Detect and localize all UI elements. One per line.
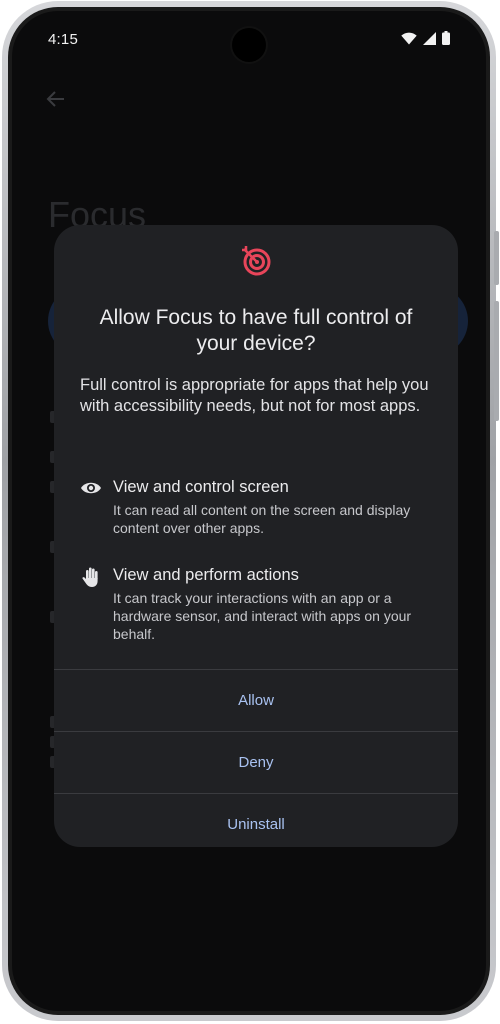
- permission-view-perform-actions: View and perform actions It can track yo…: [80, 566, 438, 646]
- phone-frame: 4:15 Focus Allow Focus to have full cont…: [2, 1, 499, 1021]
- permission-description: It can track your interactions with an a…: [113, 590, 412, 642]
- dialog-title: Allow Focus to have full control of your…: [99, 306, 413, 355]
- allow-button[interactable]: Allow: [54, 670, 458, 731]
- power-button: [494, 301, 499, 421]
- uninstall-button[interactable]: Uninstall: [54, 794, 458, 855]
- eye-icon: [81, 482, 101, 494]
- phone-bezel: 4:15 Focus Allow Focus to have full cont…: [8, 7, 490, 1015]
- permission-description: It can read all content on the screen an…: [113, 502, 411, 536]
- volume-button: [494, 231, 499, 285]
- permission-view-control-screen: View and control screen It can read all …: [80, 478, 438, 538]
- arrow-back-icon[interactable]: [44, 87, 68, 111]
- deny-button[interactable]: Deny: [54, 732, 458, 793]
- screen: 4:15 Focus Allow Focus to have full cont…: [12, 11, 486, 1011]
- target-dartboard-icon: [242, 246, 271, 276]
- permission-title: View and control screen: [113, 478, 289, 496]
- hand-icon: [82, 567, 98, 587]
- accessibility-permission-dialog: Allow Focus to have full control of your…: [54, 225, 458, 847]
- dialog-description: Full control is appropriate for apps tha…: [80, 376, 429, 415]
- permission-title: View and perform actions: [113, 566, 299, 584]
